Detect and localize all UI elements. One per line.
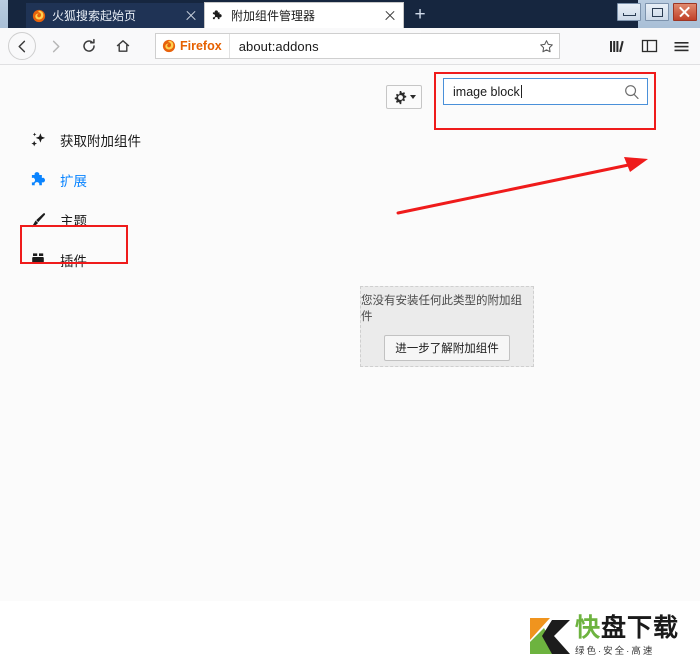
close-button[interactable] <box>673 3 697 21</box>
tab-title: 附加组件管理器 <box>231 9 316 23</box>
browser-tab-inactive[interactable]: 火狐搜索起始页 <box>26 3 204 28</box>
sidebar-icon[interactable] <box>634 32 664 60</box>
new-tab-button[interactable]: + <box>408 4 432 26</box>
toolbar-right-icons <box>602 32 696 60</box>
empty-state-panel: 您没有安装任何此类型的附加组件 进一步了解附加组件 <box>360 286 534 367</box>
sidebar-item-label: 扩展 <box>60 174 87 189</box>
watermark-logo: 快盘下载 绿色·安全·高速 <box>528 613 693 659</box>
hamburger-menu-icon[interactable] <box>666 32 696 60</box>
url-bar[interactable]: Firefox about:addons <box>155 33 560 59</box>
title-bar: 火狐搜索起始页 附加组件管理器 + <box>0 0 700 28</box>
forward-icon[interactable] <box>40 32 70 60</box>
firefox-icon <box>32 9 46 22</box>
puzzle-icon <box>212 9 222 19</box>
sparkle-icon <box>28 129 50 151</box>
identity-label: Firefox <box>180 39 222 53</box>
site-identity-box[interactable]: Firefox <box>156 34 230 58</box>
gear-icon[interactable] <box>386 85 422 109</box>
k-logo-icon <box>530 618 570 654</box>
learn-more-button[interactable]: 进一步了解附加组件 <box>384 335 510 361</box>
tab-strip: 火狐搜索起始页 附加组件管理器 + <box>8 0 638 28</box>
window-controls <box>617 3 697 21</box>
close-icon[interactable] <box>383 9 397 23</box>
tab-title: 火狐搜索起始页 <box>52 9 137 23</box>
addons-manager-content: image block 获取附加组件 扩展 主题 插件 您没有安装任何此类型的附… <box>0 65 700 657</box>
annotation-box-search <box>434 72 656 130</box>
addons-search-area: image block <box>386 72 656 130</box>
reload-icon[interactable] <box>74 32 104 60</box>
firefox-icon <box>162 39 176 53</box>
url-text[interactable]: about:addons <box>230 39 533 54</box>
watermark-title-part2: 盘下载 <box>601 614 680 642</box>
annotation-box-extensions <box>20 225 128 264</box>
bookmark-star-icon[interactable] <box>533 34 559 58</box>
chevron-down-icon <box>409 95 416 99</box>
watermark-title-part1: 快 <box>575 614 602 642</box>
browser-tab-active[interactable]: 附加组件管理器 <box>204 2 404 28</box>
watermark-title: 快盘下载 <box>575 615 679 641</box>
home-icon[interactable] <box>108 32 138 60</box>
puzzle-icon <box>28 169 50 191</box>
watermark-subtitle: 绿色·安全·高速 <box>575 646 655 657</box>
sidebar-item-extensions[interactable]: 扩展 <box>0 160 200 200</box>
annotation-arrow <box>396 157 648 215</box>
sidebar-item-label: 获取附加组件 <box>60 134 141 149</box>
maximize-button[interactable] <box>645 3 669 21</box>
close-icon[interactable] <box>184 9 198 23</box>
minimize-button[interactable] <box>617 3 641 21</box>
empty-state-message: 您没有安装任何此类型的附加组件 <box>361 295 522 323</box>
back-icon[interactable] <box>8 32 36 60</box>
sidebar-item-get-addons[interactable]: 获取附加组件 <box>0 120 200 160</box>
library-icon[interactable] <box>602 32 632 60</box>
